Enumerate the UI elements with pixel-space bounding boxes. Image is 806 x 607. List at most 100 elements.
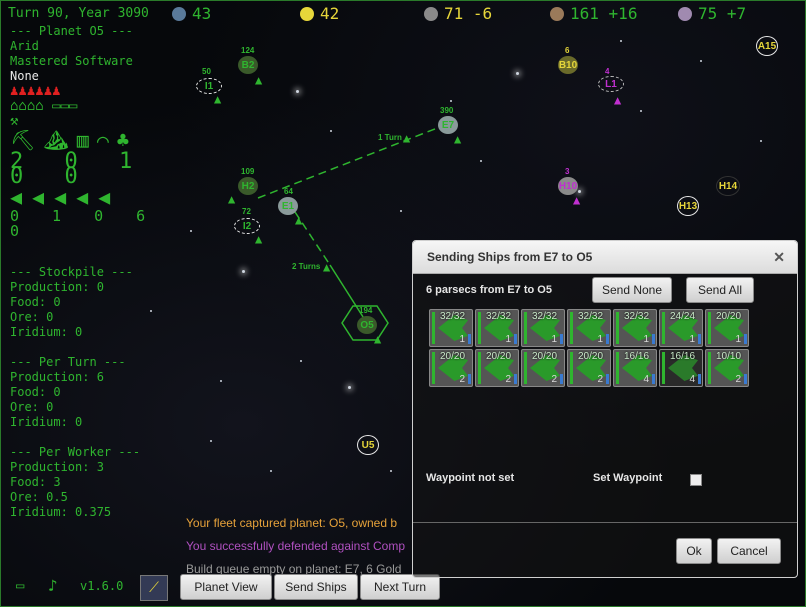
- ship-count: 4: [643, 374, 649, 385]
- planet-pop: 72: [242, 207, 251, 216]
- cancel-button[interactable]: Cancel: [717, 538, 781, 564]
- ship-count: 1: [505, 334, 511, 345]
- per-turn-header: --- Per Turn ---: [10, 355, 126, 369]
- per-worker-production: Production: 3: [10, 460, 104, 474]
- per-worker-ore: Ore: 0.5: [10, 490, 68, 504]
- ship-count: 2: [505, 374, 511, 385]
- sound-icon[interactable]: ♪: [48, 576, 58, 595]
- ship-hp: 24/24: [670, 311, 696, 322]
- send-none-button[interactable]: Send None: [592, 277, 672, 303]
- per-worker-iridium: Iridium: 0.375: [10, 505, 112, 519]
- gold-stat: 42: [300, 4, 339, 23]
- ok-button[interactable]: Ok: [676, 538, 712, 564]
- fleet-icon[interactable]: ▲: [228, 192, 235, 206]
- fleet-icon[interactable]: ▲: [454, 132, 461, 146]
- planet-owner: None: [10, 69, 39, 83]
- ship-health-bar: [616, 312, 619, 344]
- ship-card[interactable]: 10/10 2: [705, 349, 749, 387]
- job-icons: ⚒: [10, 113, 19, 129]
- ship-count: 1: [459, 334, 465, 345]
- planet-pop: 109: [241, 167, 255, 176]
- iridium-stat: 75 +7: [678, 4, 746, 23]
- turn-indicator: Turn 90, Year 3090: [8, 6, 149, 21]
- ship-card[interactable]: 32/32 1: [613, 309, 657, 347]
- ship-card[interactable]: 32/32 1: [429, 309, 473, 347]
- fleet-icon[interactable]: ▲: [255, 232, 262, 246]
- ship-card[interactable]: 16/16 4: [659, 349, 703, 387]
- planet-pop: 50: [202, 67, 211, 76]
- ship-count: 2: [735, 374, 741, 385]
- ship-hp: 20/20: [486, 351, 512, 362]
- ship-shield-bar: [698, 334, 701, 344]
- ship-shield-bar: [744, 334, 747, 344]
- ship-count: 2: [459, 374, 465, 385]
- ship-card[interactable]: 32/32 1: [521, 309, 565, 347]
- planet-h14[interactable]: H14: [716, 176, 740, 196]
- ship-card[interactable]: 24/24 1: [659, 309, 703, 347]
- enemy-fleet-icon[interactable]: ▲: [614, 93, 621, 107]
- send-ships-button[interactable]: Send Ships: [274, 574, 358, 600]
- ship-hp: 16/16: [624, 351, 650, 362]
- ship-health-bar: [616, 352, 619, 384]
- building-counts: 2 0 1 0 0: [10, 149, 147, 189]
- stats-chart-icon[interactable]: ⟋: [140, 575, 168, 601]
- resource-bar: Turn 90, Year 3090 43 42 71 -6 161 +16 7…: [0, 4, 806, 26]
- ship-count: 2: [551, 374, 557, 385]
- planet-b2[interactable]: B2: [238, 56, 258, 74]
- fleet-icon[interactable]: ▲: [255, 73, 262, 87]
- ship-health-bar: [570, 312, 573, 344]
- send-all-button[interactable]: Send All: [686, 277, 754, 303]
- fleet-icon[interactable]: ▲: [214, 92, 221, 106]
- waypoint-status: Waypoint not set: [426, 472, 515, 484]
- ship-card[interactable]: 20/20 2: [429, 349, 473, 387]
- message-item[interactable]: You successfully defended against Comp: [186, 535, 405, 558]
- planet-b10[interactable]: B10: [558, 56, 578, 74]
- ship-card[interactable]: 32/32 1: [567, 309, 611, 347]
- ship-card[interactable]: 32/32 1: [475, 309, 519, 347]
- ship-count: 1: [735, 334, 741, 345]
- ship-card[interactable]: 20/20 1: [705, 309, 749, 347]
- enemy-fleet-icon[interactable]: ▲: [573, 193, 580, 207]
- iridium-icon: [678, 7, 692, 21]
- population-icons: ♟♟♟♟♟♟: [10, 83, 61, 99]
- stockpile-header: --- Stockpile ---: [10, 265, 133, 279]
- distance-label: 6 parsecs from E7 to O5: [426, 284, 552, 296]
- ship-shield-bar: [468, 334, 471, 344]
- set-waypoint-checkbox[interactable]: [690, 474, 702, 486]
- send-ships-dialog: Sending Ships from E7 to O5 ✕ 6 parsecs …: [412, 240, 798, 578]
- planet-h13[interactable]: H13: [677, 196, 699, 216]
- ship-shield-bar: [514, 334, 517, 344]
- ship-card[interactable]: 20/20 2: [475, 349, 519, 387]
- ship-health-bar: [478, 352, 481, 384]
- close-icon[interactable]: ✕: [773, 249, 785, 266]
- population-stat: 43: [172, 4, 211, 23]
- ship-health-bar: [662, 352, 665, 384]
- ship-counts: 0 1 0 6 0: [10, 207, 158, 240]
- ship-card[interactable]: 16/16 4: [613, 349, 657, 387]
- ship-card[interactable]: 20/20 2: [521, 349, 565, 387]
- per-turn-ore: Ore: 0: [10, 400, 54, 414]
- planet-u5[interactable]: U5: [357, 435, 379, 455]
- ship-card[interactable]: 20/20 2: [567, 349, 611, 387]
- planet-pop: 64: [284, 187, 293, 196]
- save-icon[interactable]: ▭: [16, 578, 24, 594]
- planet-h2[interactable]: H2: [238, 177, 258, 195]
- fleet-icon[interactable]: ▲: [374, 332, 381, 346]
- ship-health-bar: [478, 312, 481, 344]
- ship-health-bar: [524, 352, 527, 384]
- fleet-icon[interactable]: ▲: [323, 260, 330, 274]
- per-turn-food: Food: 0: [10, 385, 61, 399]
- planet-a15[interactable]: A15: [756, 36, 778, 56]
- population-icon: [172, 7, 186, 21]
- food-stat: 71 -6: [424, 4, 492, 23]
- gold-icon: [300, 7, 314, 21]
- fleet-icon[interactable]: ▲: [295, 213, 302, 227]
- planet-view-button[interactable]: Planet View: [180, 574, 272, 600]
- route-label: 2 Turns: [292, 262, 321, 271]
- planet-pop: 3: [565, 167, 570, 176]
- ship-hp: 16/16: [670, 351, 696, 362]
- ship-shield-bar: [514, 374, 517, 384]
- message-item[interactable]: Your fleet captured planet: O5, owned b: [186, 512, 405, 535]
- fleet-icon[interactable]: ▲: [403, 131, 410, 145]
- planet-l1[interactable]: L1: [598, 76, 624, 92]
